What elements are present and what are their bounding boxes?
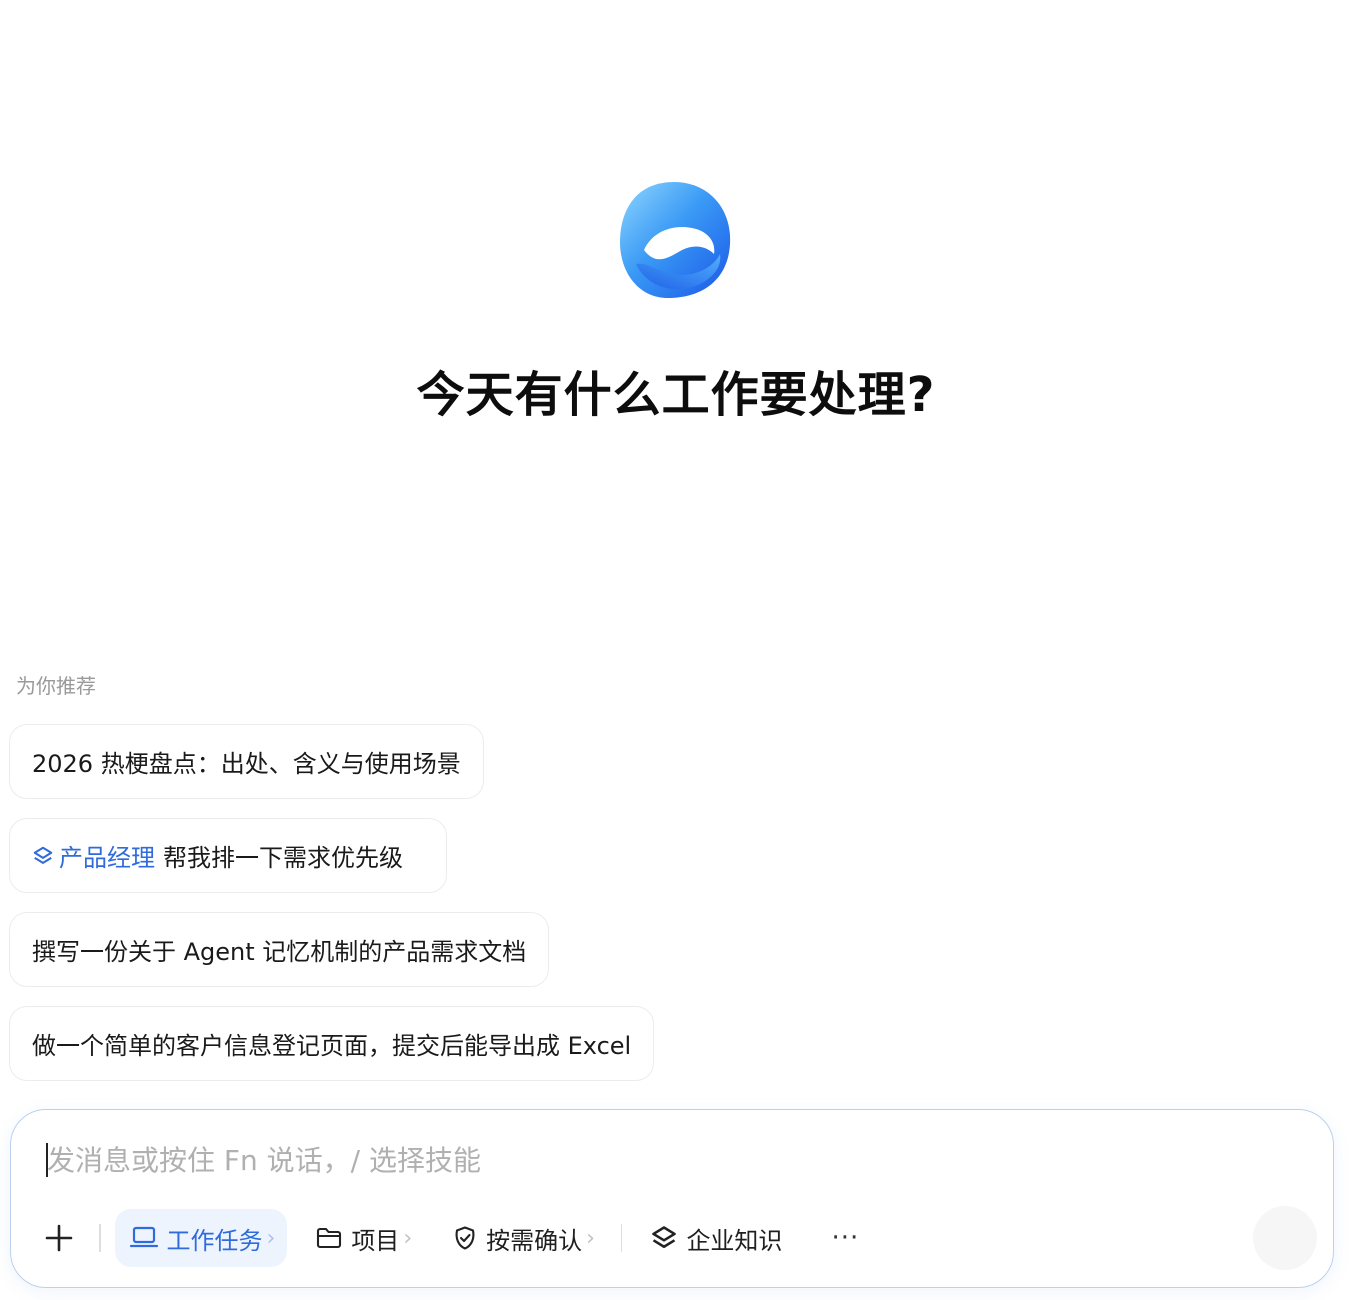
recommendation-list: 2026 热梗盘点：出处、含义与使用场景 产品经理 帮我排一下需求优先级 撰写一… — [9, 724, 1309, 1100]
add-attachment-button[interactable] — [33, 1212, 85, 1264]
chevron-right-icon: › — [586, 1225, 595, 1251]
role-tag: 产品经理 — [32, 838, 155, 873]
recommendation-chip[interactable]: 撰写一份关于 Agent 记忆机制的产品需求文档 — [9, 912, 550, 987]
work-task-button[interactable]: 工作任务 › — [114, 1209, 288, 1267]
project-button[interactable]: 项目 › — [301, 1209, 424, 1267]
ribbon-logo-icon — [620, 182, 731, 298]
recommendation-chip[interactable]: 做一个简单的客户信息登记页面，提交后能导出成 Excel — [9, 1006, 655, 1081]
check-circle-icon — [455, 1226, 475, 1250]
chevron-right-icon: › — [403, 1225, 413, 1251]
folder-icon — [317, 1227, 342, 1249]
recommendation-text: 撰写一份关于 Agent 记忆机制的产品需求文档 — [32, 938, 527, 966]
work-task-label: 工作任务 — [166, 1226, 263, 1255]
page-headline: 今天有什么工作要处理? — [416, 367, 936, 423]
message-composer: 工作任务 › 项目 › 按需确认 › — [10, 1109, 1334, 1288]
recommendation-text: 帮我排一下需求优先级 — [163, 844, 403, 872]
more-options-button[interactable]: ··· — [820, 1213, 870, 1263]
enterprise-knowledge-label: 企业知识 — [686, 1226, 783, 1255]
plus-icon — [45, 1224, 73, 1252]
recommendations-title: 为你推荐 — [16, 674, 96, 698]
role-tag-label: 产品经理 — [59, 844, 155, 872]
send-button[interactable] — [1253, 1206, 1317, 1270]
message-input[interactable] — [45, 1138, 1247, 1182]
text-caret — [46, 1143, 48, 1177]
recommendation-chip[interactable]: 2026 热梗盘点：出处、含义与使用场景 — [9, 724, 484, 799]
project-label: 项目 — [351, 1226, 400, 1255]
recommendation-text: 2026 热梗盘点：出处、含义与使用场景 — [32, 750, 461, 778]
chat-home-page: 今天有什么工作要处理? 为你推荐 2026 热梗盘点：出处、含义与使用场景 产品… — [0, 0, 1352, 1300]
laptop-icon — [129, 1226, 158, 1248]
layers-icon — [652, 1226, 677, 1249]
toolbar-divider — [99, 1224, 101, 1252]
recommendation-chip[interactable]: 产品经理 帮我排一下需求优先级 — [9, 818, 447, 893]
toolbar-divider — [620, 1224, 623, 1252]
chevron-right-icon: › — [266, 1225, 276, 1251]
layers-icon — [33, 846, 53, 864]
enterprise-knowledge-button[interactable]: 企业知识 — [636, 1209, 794, 1267]
recommendation-text: 做一个简单的客户信息登记页面，提交后能导出成 Excel — [32, 1032, 632, 1060]
confirm-mode-button[interactable]: 按需确认 › — [438, 1209, 607, 1267]
confirm-mode-label: 按需确认 — [486, 1226, 583, 1255]
composer-toolbar: 工作任务 › 项目 › 按需确认 › 企业知识 ··· — [33, 1208, 870, 1268]
